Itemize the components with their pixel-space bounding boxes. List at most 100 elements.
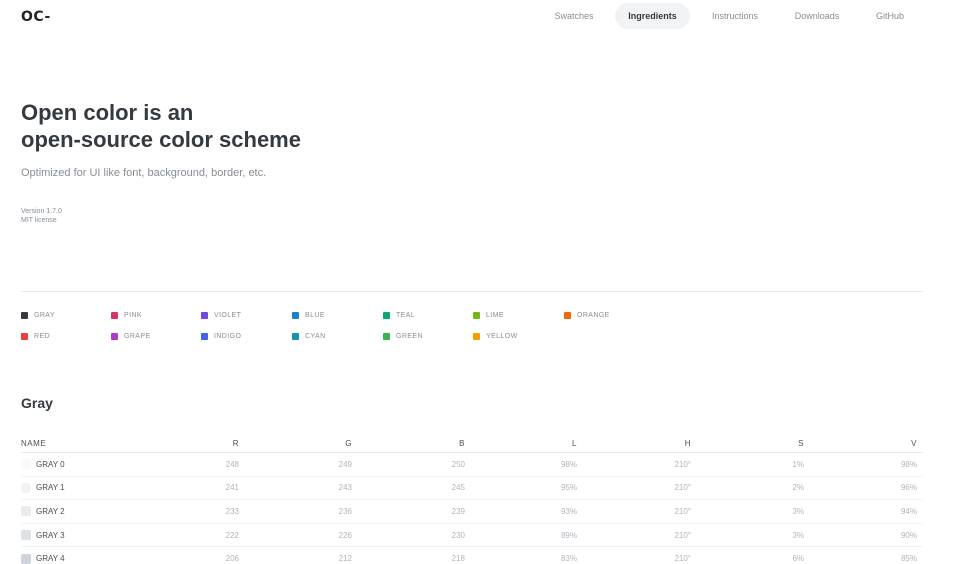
column-header-r: R: [232, 438, 239, 448]
cell-l: 89%: [560, 530, 577, 540]
cell-r: 248: [225, 459, 239, 469]
cell-s: 2%: [792, 483, 804, 493]
cell-r: 206: [225, 554, 239, 564]
cell-r: 233: [225, 506, 239, 516]
cell-v: 85%: [900, 554, 917, 564]
cell-h: 210°: [674, 483, 691, 493]
swatch-link-lime[interactable]: LIME: [473, 309, 504, 321]
color-chip: [21, 459, 31, 470]
cell-r: 241: [225, 483, 239, 493]
swatch-label: YELLOW: [486, 332, 518, 340]
cell-g: 212: [338, 554, 352, 564]
cell-h: 210°: [674, 459, 691, 469]
section-title: Gray: [21, 395, 53, 411]
cell-g: 236: [338, 506, 352, 516]
swatch-link-pink[interactable]: PINK: [111, 309, 142, 321]
swatch-dot: [111, 332, 118, 340]
color-table: NAME R G B L H S V GRAY 0 248 249 250 98% 210° 1% 98% G…: [21, 434, 923, 564]
license-text: MIT license: [21, 217, 57, 224]
swatch-dot: [201, 311, 208, 319]
table-row: GRAY 4 206 212 218 83% 210° 6% 85%: [21, 547, 923, 564]
color-name: GRAY 2: [36, 506, 65, 516]
table-row: GRAY 0 248 249 250 98% 210° 1% 98%: [21, 453, 923, 477]
cell-b: 245: [451, 483, 465, 493]
cell-h: 210°: [674, 530, 691, 540]
color-chip: [21, 482, 31, 493]
nav-downloads[interactable]: Downloads: [784, 3, 850, 29]
color-name: GRAY 3: [36, 530, 65, 540]
swatch-dot: [201, 332, 208, 340]
swatch-link-cyan[interactable]: CYAN: [292, 330, 326, 342]
swatch-label: VIOLET: [214, 311, 242, 319]
cell-v: 90%: [900, 530, 917, 540]
nav-instructions[interactable]: Instructions: [702, 3, 768, 29]
column-header-s: S: [798, 438, 804, 448]
table-row: GRAY 2 233 236 239 93% 210° 3% 94%: [21, 500, 923, 524]
cell-g: 243: [338, 483, 352, 493]
title-line-2: open-source color scheme: [21, 127, 301, 152]
swatch-dot: [292, 311, 299, 319]
table-row: GRAY 3 222 226 230 89% 210° 3% 90%: [21, 524, 923, 548]
swatch-link-gray[interactable]: GRAY: [21, 309, 55, 321]
swatch-label: GRAY: [34, 311, 55, 319]
color-name-cell: GRAY 4: [21, 547, 65, 564]
swatch-label: GREEN: [396, 332, 423, 340]
cell-b: 239: [451, 506, 465, 516]
nav-ingredients[interactable]: Ingredients: [615, 3, 690, 29]
swatch-dot: [473, 332, 480, 340]
column-header-g: G: [345, 438, 352, 448]
color-chip: [21, 506, 31, 517]
swatch-link-blue[interactable]: BLUE: [292, 309, 325, 321]
swatch-label: INDIGO: [214, 332, 242, 340]
swatch-label: CYAN: [305, 332, 326, 340]
swatch-link-indigo[interactable]: INDIGO: [201, 330, 241, 342]
swatch-dot: [564, 311, 571, 319]
version-info: Version 1.7.0 MIT license: [21, 207, 62, 225]
swatch-dot: [292, 332, 299, 340]
swatch-link-green[interactable]: GREEN: [383, 330, 423, 342]
swatch-link-orange[interactable]: ORANGE: [564, 309, 610, 321]
color-name-cell: GRAY 2: [21, 500, 65, 523]
swatch-label: LIME: [486, 311, 504, 319]
title-line-1: Open color is an: [21, 100, 194, 125]
swatch-link-red[interactable]: RED: [21, 330, 50, 342]
column-header-l: L: [572, 438, 577, 448]
nav-github[interactable]: GitHub: [864, 3, 916, 29]
cell-s: 6%: [792, 554, 804, 564]
color-chip: [21, 530, 31, 541]
nav-swatches[interactable]: Swatches: [546, 3, 602, 29]
cell-b: 230: [451, 530, 465, 540]
cell-r: 222: [225, 530, 239, 540]
swatch-link-teal[interactable]: TEAL: [383, 309, 415, 321]
color-name-cell: GRAY 3: [21, 524, 65, 547]
column-header-b: B: [459, 438, 465, 448]
cell-l: 98%: [560, 459, 577, 469]
table-body: GRAY 0 248 249 250 98% 210° 1% 98% GRAY 1 241 243 2…: [21, 453, 923, 564]
swatch-label: BLUE: [305, 311, 325, 319]
swatch-link-yellow[interactable]: YELLOW: [473, 330, 518, 342]
divider: [21, 291, 923, 292]
version-text: Version 1.7.0: [21, 208, 62, 215]
cell-g: 226: [338, 530, 352, 540]
cell-h: 210°: [674, 506, 691, 516]
cell-s: 1%: [792, 459, 804, 469]
swatch-link-violet[interactable]: VIOLET: [201, 309, 241, 321]
swatch-label: PINK: [124, 311, 142, 319]
table-row: GRAY 1 241 243 245 95% 210° 2% 96%: [21, 477, 923, 501]
cell-l: 83%: [560, 554, 577, 564]
swatch-label: TEAL: [396, 311, 416, 319]
color-name: GRAY 0: [36, 459, 65, 469]
color-name-cell: GRAY 0: [21, 453, 65, 476]
cell-g: 249: [338, 459, 352, 469]
swatch-dot: [21, 332, 28, 340]
cell-v: 98%: [900, 459, 917, 469]
color-name-cell: GRAY 1: [21, 477, 65, 500]
cell-h: 210°: [674, 554, 691, 564]
swatch-dot: [111, 311, 118, 319]
column-header-v: V: [911, 438, 917, 448]
table-header: NAME R G B L H S V: [21, 434, 923, 453]
swatch-link-grape[interactable]: GRAPE: [111, 330, 151, 342]
swatch-label: ORANGE: [577, 311, 610, 319]
swatch-label: RED: [34, 332, 50, 340]
cell-s: 3%: [792, 530, 804, 540]
